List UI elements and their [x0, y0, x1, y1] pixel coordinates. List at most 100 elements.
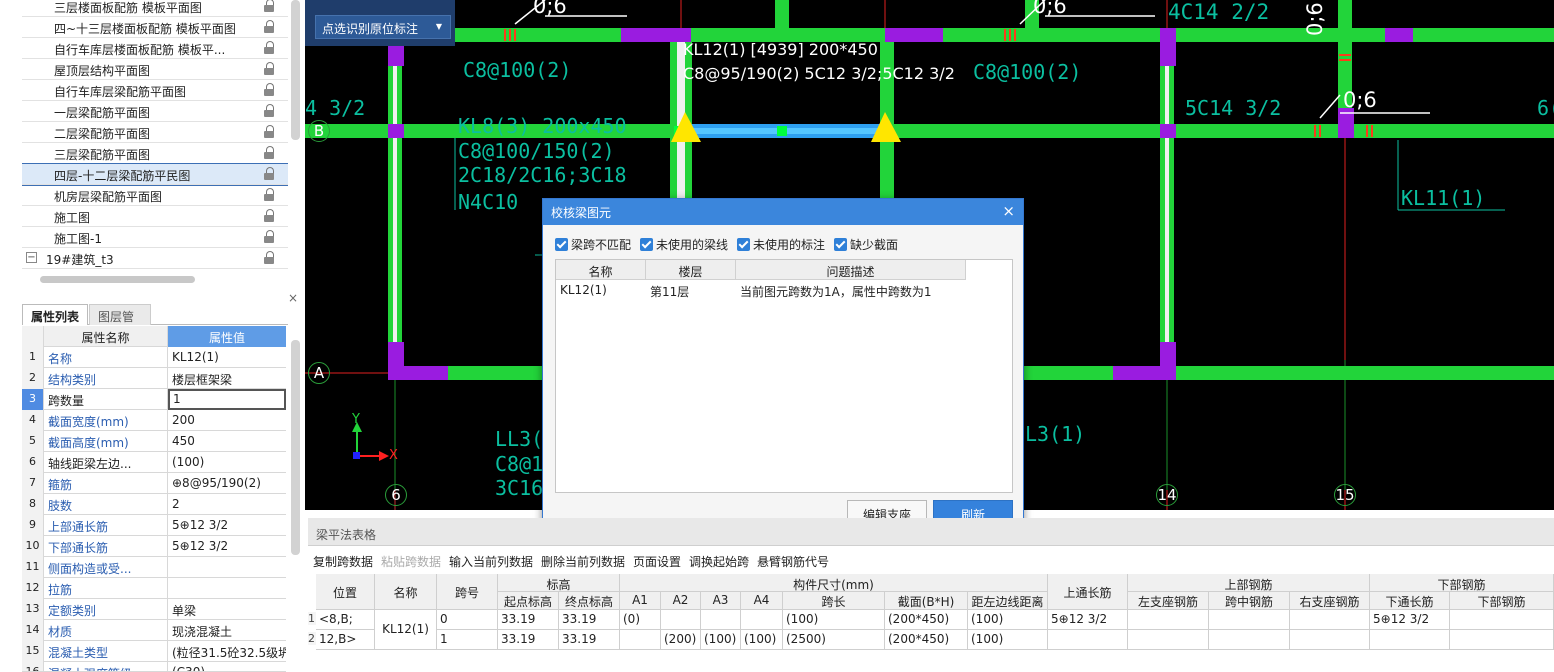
delete-column-data-button[interactable]: 删除当前列数据	[541, 553, 625, 570]
cell-start-elevation[interactable]: 33.19	[498, 610, 559, 630]
cell-mid-span-steel[interactable]	[1209, 610, 1290, 630]
property-row[interactable]: 12 拉筋	[22, 578, 286, 599]
cantilever-rebar-code-button[interactable]: 悬臂钢筋代号	[757, 553, 829, 570]
column-header-name[interactable]: 名称	[556, 260, 646, 280]
column-header-description[interactable]: 问题描述	[736, 260, 966, 280]
cell-offset[interactable]: (100)	[968, 610, 1048, 630]
cell-span-length[interactable]: (100)	[783, 610, 885, 630]
tree-item[interactable]: 一层梁配筋平面图	[22, 101, 288, 122]
cell-a3[interactable]: (100)	[701, 630, 741, 650]
span-count-input[interactable]: 1	[168, 389, 286, 410]
cell-a2[interactable]: (200)	[661, 630, 701, 650]
property-row[interactable]: 7 箍筋 ⊕8@95/190(2)	[22, 473, 286, 494]
cell-a2[interactable]	[661, 610, 701, 630]
cell-a1[interactable]: (0)	[620, 610, 661, 630]
properties-close-icon[interactable]: ×	[288, 291, 298, 305]
cell-bottom-rebar[interactable]	[1450, 610, 1554, 630]
lock-icon[interactable]	[263, 83, 275, 97]
checkbox-span-mismatch[interactable]: 梁跨不匹配	[555, 236, 631, 252]
cell-a3[interactable]	[701, 610, 741, 630]
property-row[interactable]: 1 名称 KL12(1)	[22, 347, 286, 368]
checkbox-unused-annotations[interactable]: 未使用的标注	[737, 236, 825, 252]
lock-icon[interactable]	[263, 167, 275, 181]
cell-bottom-through-bar[interactable]: 5⊕12 3/2	[1370, 610, 1450, 630]
cell-start-elevation[interactable]: 33.19	[498, 630, 559, 650]
cell-end-elevation[interactable]: 33.19	[559, 610, 620, 630]
property-row[interactable]: 4 截面宽度(mm) 200	[22, 410, 286, 431]
collapse-icon[interactable]: −	[26, 252, 37, 263]
lock-icon[interactable]	[263, 188, 275, 202]
identify-original-annotation-button[interactable]: 点选识别原位标注 ▼	[315, 15, 451, 39]
cell-section[interactable]: (200*450)	[885, 610, 968, 630]
property-row[interactable]: 9 上部通长筋 5⊕12 3/2	[22, 515, 286, 536]
cell-position[interactable]: 12,B>	[316, 630, 375, 650]
checkbox-checked-icon[interactable]	[555, 238, 568, 251]
property-value[interactable]: (粒径31.5砼32.5级坍...	[168, 641, 286, 662]
property-value[interactable]	[168, 557, 286, 578]
cell-name[interactable]: KL12(1)	[375, 610, 437, 650]
property-value[interactable]: 现浇混凝土	[168, 620, 286, 641]
lock-icon[interactable]	[263, 230, 275, 244]
properties-vertical-scrollbar[interactable]	[291, 340, 300, 555]
cell-left-seat-steel[interactable]	[1128, 610, 1209, 630]
tree-item[interactable]: 自行车库层梁配筋平面图	[22, 80, 288, 101]
property-row[interactable]: 11 侧面构造或受...	[22, 557, 286, 578]
tree-item[interactable]: 二层梁配筋平面图	[22, 122, 288, 143]
lock-icon[interactable]	[263, 0, 275, 13]
cell-span-length[interactable]: (2500)	[783, 630, 885, 650]
property-value[interactable]	[168, 578, 286, 599]
tree-item[interactable]: 自行车库层楼面板配筋 模板平...	[22, 38, 288, 59]
tree-item[interactable]: 屋顶层结构平面图	[22, 59, 288, 80]
property-value[interactable]: 2	[168, 494, 286, 515]
checkbox-checked-icon[interactable]	[737, 238, 750, 251]
property-row[interactable]: 13 定额类别 单梁	[22, 599, 286, 620]
paste-span-data-button[interactable]: 粘贴跨数据	[381, 553, 441, 570]
property-value[interactable]: 5⊕12 3/2	[168, 536, 286, 557]
tree-group[interactable]: −19#建筑_t3	[22, 248, 288, 269]
property-row[interactable]: 6 轴线距梁左边... (100)	[22, 452, 286, 473]
cell-bottom-through-bar[interactable]	[1370, 630, 1450, 650]
tab-layer-management[interactable]: 图层管理	[89, 304, 151, 341]
tree-item[interactable]: 施工图-1	[22, 227, 288, 248]
tree-item-selected[interactable]: 四层-十二层梁配筋平民图	[22, 163, 288, 186]
page-setup-button[interactable]: 页面设置	[633, 553, 681, 570]
lock-icon[interactable]	[263, 125, 275, 139]
tree-item[interactable]: 施工图	[22, 206, 288, 227]
cell-right-seat-steel[interactable]	[1290, 630, 1370, 650]
cell-end-elevation[interactable]: 33.19	[559, 630, 620, 650]
cell-offset[interactable]: (100)	[968, 630, 1048, 650]
checkbox-missing-section[interactable]: 缺少截面	[834, 236, 898, 252]
property-value[interactable]: (100)	[168, 452, 286, 473]
cell-section[interactable]: (200*450)	[885, 630, 968, 650]
cell-bottom-rebar[interactable]	[1450, 630, 1554, 650]
property-row[interactable]: 10 下部通长筋 5⊕12 3/2	[22, 536, 286, 557]
input-column-data-button[interactable]: 输入当前列数据	[449, 553, 533, 570]
property-value[interactable]: 5⊕12 3/2	[168, 515, 286, 536]
property-value[interactable]: KL12(1)	[168, 347, 286, 368]
property-row[interactable]: 15混凝土类型(粒径31.5砼32.5级坍...	[22, 641, 286, 662]
swap-start-span-button[interactable]: 调换起始跨	[689, 553, 749, 570]
property-row[interactable]: 5 截面高度(mm) 450	[22, 431, 286, 452]
tree-item[interactable]: 机房层梁配筋平面图	[22, 185, 288, 206]
lock-icon[interactable]	[263, 41, 275, 55]
lock-icon[interactable]	[263, 146, 275, 160]
property-value[interactable]: 楼层框架梁	[168, 368, 286, 389]
close-icon[interactable]: ×	[1002, 202, 1015, 220]
property-row[interactable]: 8 肢数 2	[22, 494, 286, 515]
property-value[interactable]: ⊕8@95/190(2)	[168, 473, 286, 494]
property-row-editing[interactable]: 3 跨数量 1	[22, 389, 286, 410]
lock-icon[interactable]	[263, 104, 275, 118]
checkbox-unused-beam-lines[interactable]: 未使用的梁线	[640, 236, 728, 252]
cell-span-number[interactable]: 0	[437, 610, 498, 630]
copy-span-data-button[interactable]: 复制跨数据	[313, 553, 373, 570]
property-value[interactable]: 450	[168, 431, 286, 452]
property-value[interactable]: 200	[168, 410, 286, 431]
column-header-floor[interactable]: 楼层	[646, 260, 736, 280]
tree-horizontal-scrollbar[interactable]	[40, 276, 195, 283]
cell-span-number[interactable]: 1	[437, 630, 498, 650]
dialog-titlebar[interactable]: 校核梁图元 ×	[543, 199, 1023, 225]
cell-position[interactable]: <8,B;	[316, 610, 375, 630]
cell-mid-span-steel[interactable]	[1209, 630, 1290, 650]
cell-a1[interactable]	[620, 630, 661, 650]
property-row[interactable]: 14 材质 现浇混凝土	[22, 620, 286, 641]
